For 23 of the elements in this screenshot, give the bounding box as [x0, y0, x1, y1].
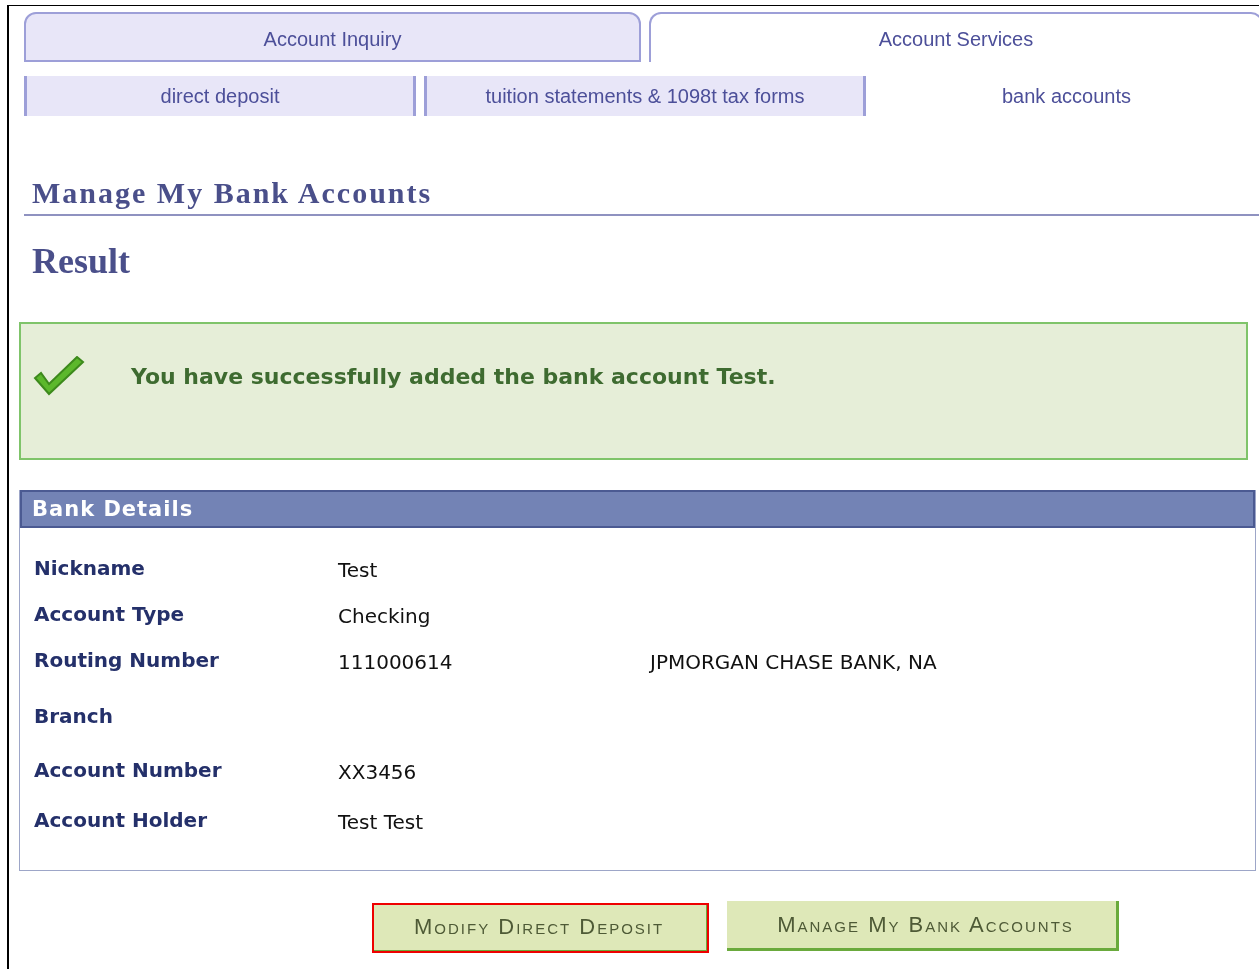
field-value: Checking	[338, 603, 432, 628]
field-label: Routing Number	[34, 648, 220, 672]
field-value: 111000614	[338, 649, 454, 674]
field-label: Account Type	[34, 602, 186, 626]
field-label: Branch	[34, 704, 114, 728]
action-button[interactable]: Manage My Bank Accounts	[727, 901, 1119, 951]
field-label: Nickname	[34, 556, 146, 580]
field-value: Test Test	[338, 809, 425, 834]
message-text: You have successfully added the bank account Test.	[131, 364, 776, 389]
subtab[interactable]: direct deposit	[24, 76, 416, 116]
checkmark-icon	[33, 356, 85, 398]
field-label: Account Number	[34, 758, 223, 782]
tab[interactable]: Account Services	[649, 12, 1259, 62]
field-label: Account Holder	[34, 808, 208, 832]
field-value: XX3456	[338, 759, 418, 784]
field-value: Test	[338, 557, 379, 582]
subtab[interactable]: tuition statements & 1098t tax forms	[424, 76, 866, 116]
action-button[interactable]: Modify Direct Deposit	[372, 903, 710, 953]
section-title: Result	[31, 240, 131, 282]
bank-name: JPMORGAN CHASE BANK, NA	[650, 649, 938, 674]
page-title: Manage My Bank Accounts	[24, 176, 1259, 216]
panel-header: Bank Details	[20, 490, 1255, 528]
tab[interactable]: Account Inquiry	[24, 12, 641, 62]
